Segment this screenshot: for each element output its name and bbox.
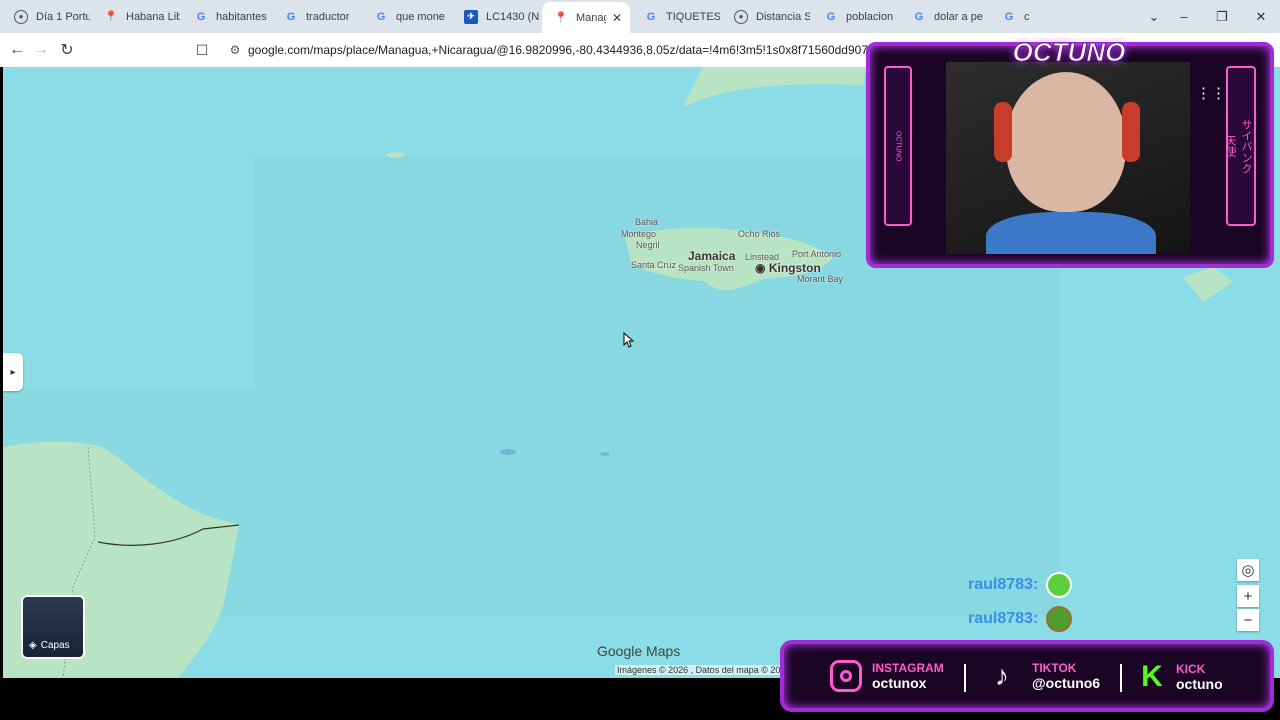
- brand-text: OCTUNO: [1012, 36, 1126, 67]
- chat-message: raul8783:: [968, 606, 1073, 632]
- green-frog-emote-icon: [1046, 572, 1073, 598]
- streamer-hoodie: [986, 212, 1156, 254]
- mouse-cursor-icon: [623, 332, 635, 348]
- map-label-kingston: ◉ Kingston: [755, 261, 821, 275]
- google-maps-logo: Google Maps: [597, 643, 681, 659]
- social-kick: K KICK octuno: [1138, 660, 1223, 694]
- address-bar[interactable]: ⚙ google.com/maps/place/Managua,+Nicarag…: [222, 36, 902, 64]
- instagram-icon: [830, 660, 862, 692]
- maps-pin-icon: 📍: [104, 11, 118, 23]
- zoom-in-button[interactable]: +: [1237, 585, 1259, 607]
- map-label-negril: Negril: [636, 240, 660, 250]
- tab[interactable]: G dolar a pe: [900, 4, 988, 29]
- layers-text: Capas: [40, 640, 70, 651]
- side-panel-right: サイバンク 天使: [1224, 66, 1256, 226]
- tab[interactable]: ✈ LC1430 (N: [452, 4, 540, 29]
- close-window-icon[interactable]: ✕: [1243, 0, 1279, 33]
- close-tab-icon[interactable]: ✕: [610, 11, 624, 25]
- webcam-video: [946, 62, 1190, 254]
- divider: [1120, 664, 1122, 692]
- tiktok-icon: ♪: [995, 660, 1009, 691]
- plus-icon: +: [1243, 587, 1253, 605]
- map-label-montego: Montego: [621, 229, 657, 239]
- maps-pin-icon: 📍: [554, 12, 568, 24]
- expand-panel-button[interactable]: ▸: [3, 353, 23, 391]
- side-right-text2: 天使: [1224, 135, 1236, 157]
- social-instagram: INSTAGRAM octunox: [830, 660, 944, 692]
- zoom-out-button[interactable]: −: [1237, 609, 1259, 631]
- tab-active[interactable]: 📍 Manag ✕: [542, 2, 630, 33]
- layers-button[interactable]: ◈ Capas: [21, 595, 85, 659]
- screen: ● Día 1 Portu 📍 Habana Lib G habitantes …: [0, 0, 1280, 720]
- globe-icon: ●: [734, 9, 748, 24]
- layers-label: ◈ Capas: [29, 640, 70, 651]
- side-panel-left: OCTUNO: [884, 66, 912, 226]
- tab[interactable]: G cl: [990, 4, 1030, 29]
- map-label-ocho-rios: Ocho Rios: [738, 229, 781, 239]
- tab[interactable]: 📍 Habana Lib: [92, 4, 180, 29]
- map-attribution: Imágenes © 2026 , Datos del mapa © 2026: [615, 665, 793, 675]
- social-handle: @octuno6: [1032, 674, 1101, 691]
- google-icon: G: [1004, 10, 1014, 23]
- webcam-overlay: OCTUNO サイバンク 天使 ⋮⋮ OCTUNO: [866, 36, 1274, 268]
- tab[interactable]: ● Día 1 Portu: [2, 4, 90, 29]
- map-label-morant-bay: Morant Bay: [797, 274, 844, 284]
- restore-icon[interactable]: ❐: [1204, 0, 1240, 33]
- kingston-text: Kingston: [768, 261, 821, 275]
- forward-icon[interactable]: →: [28, 37, 54, 63]
- tab[interactable]: G poblacion: [812, 4, 900, 29]
- site-info-icon[interactable]: ⚙: [222, 43, 248, 57]
- social-handle: octuno: [1176, 675, 1223, 692]
- cuba-land: [683, 67, 866, 107]
- kick-icon: K: [1141, 660, 1163, 693]
- reload-icon[interactable]: ↻: [54, 37, 80, 63]
- side-right-text: サイバンク: [1240, 118, 1252, 174]
- side-left-text: OCTUNO: [894, 130, 902, 162]
- streamer-face: [1006, 72, 1126, 212]
- chat-username: raul8783:: [968, 610, 1039, 627]
- social-platform: KICK: [1176, 661, 1206, 676]
- chat-username: raul8783:: [968, 576, 1039, 593]
- map-label-santa-cruz: Santa Cruz: [631, 260, 677, 270]
- layers-icon: ◈: [29, 640, 37, 651]
- google-icon: G: [646, 10, 656, 23]
- tab[interactable]: G traductor: [272, 4, 360, 29]
- location-icon: ◎: [1241, 562, 1255, 579]
- google-icon: G: [196, 10, 206, 23]
- social-platform: INSTAGRAM: [872, 660, 944, 675]
- google-icon: G: [914, 10, 924, 23]
- map-label-spanish-town: Spanish Town: [678, 263, 734, 273]
- map-label-jamaica: Jamaica: [688, 249, 736, 263]
- google-icon: G: [286, 10, 296, 23]
- bookmark-icon[interactable]: ☐: [189, 37, 215, 63]
- tab[interactable]: ● Distancia S: [722, 4, 810, 29]
- tab[interactable]: G que mone: [362, 4, 450, 29]
- globe-icon: ●: [14, 9, 28, 24]
- social-tiktok: ♪ TIKTOK @octuno6: [986, 660, 1100, 692]
- octuno-logo: OCTUNO: [1011, 34, 1127, 70]
- map-label-port-antonio: Port Antonio: [792, 249, 842, 259]
- tab[interactable]: G TIQUETES: [632, 4, 720, 29]
- minus-icon: −: [1243, 611, 1253, 629]
- headset-right: [1122, 102, 1140, 162]
- minimize-icon[interactable]: –: [1166, 0, 1202, 33]
- browser-tab-bar: ● Día 1 Portu 📍 Habana Lib G habitantes …: [0, 0, 1280, 33]
- apps-grid-icon: ⋮⋮: [1196, 85, 1226, 102]
- my-location-button[interactable]: ◎: [1237, 559, 1259, 581]
- tab[interactable]: G habitantes: [182, 4, 270, 29]
- map-label-bahia: Bahia: [635, 217, 659, 227]
- headset-left: [994, 102, 1012, 162]
- back-icon[interactable]: ←: [4, 37, 30, 63]
- social-handle: octunox: [872, 674, 927, 691]
- divider: [964, 664, 966, 692]
- green-frog-emote-icon: [1046, 606, 1073, 632]
- google-icon: G: [376, 10, 386, 23]
- social-platform: TIKTOK: [1032, 660, 1077, 675]
- flight-icon: ✈: [464, 9, 478, 24]
- google-icon: G: [826, 10, 836, 23]
- url-text: google.com/maps/place/Managua,+Nicaragua…: [248, 43, 882, 57]
- chat-message: raul8783:: [968, 572, 1073, 598]
- haiti-land: [1183, 267, 1233, 302]
